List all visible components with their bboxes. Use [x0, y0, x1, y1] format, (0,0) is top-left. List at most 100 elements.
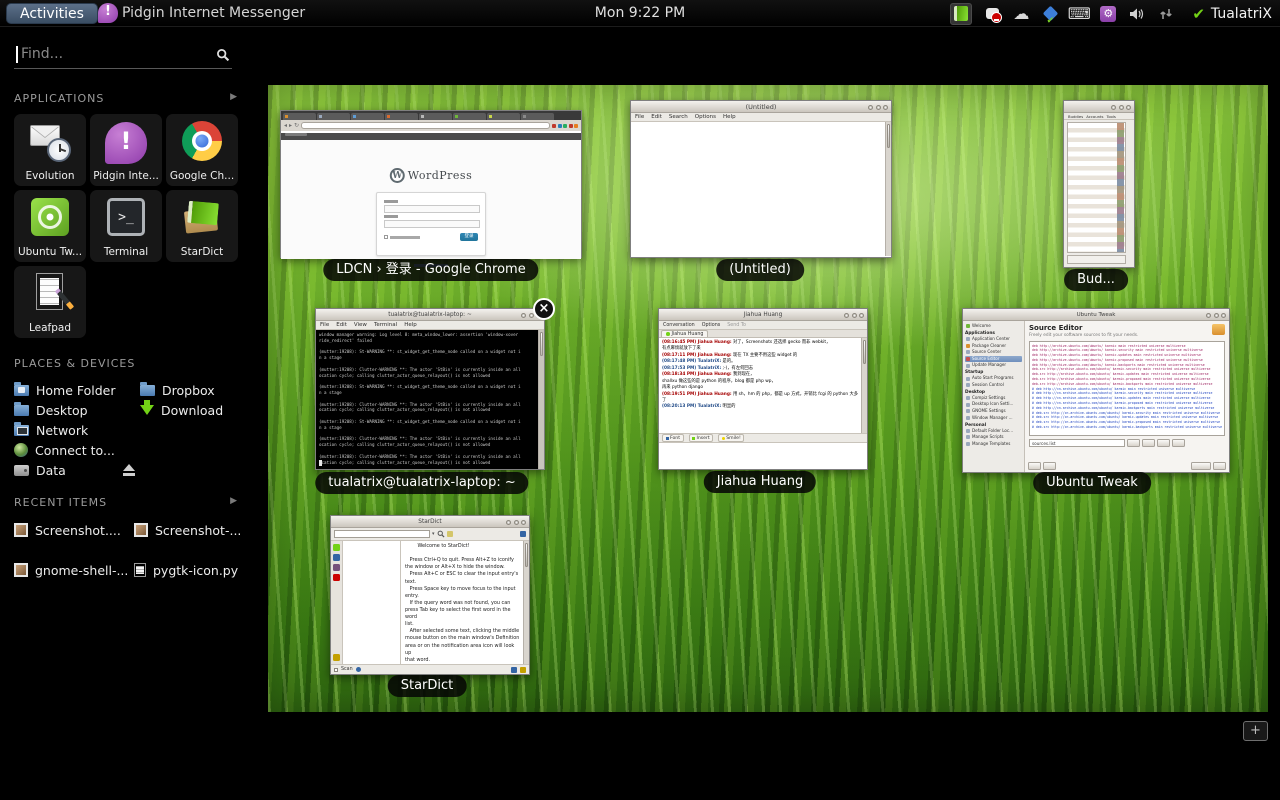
place-network[interactable]: Network — [14, 420, 88, 440]
place-dropbox[interactable]: Dropbox — [140, 380, 215, 400]
workspace-preview[interactable]: ◂ ▸ ↻ W WordPress — [268, 85, 1268, 712]
activities-button[interactable]: Activities — [6, 3, 98, 24]
app-tile-pidgin[interactable]: ! Pidgin Inte... — [90, 114, 162, 186]
word-list-pane — [343, 541, 401, 664]
user-menu[interactable]: ✔ TualatriX — [1192, 5, 1272, 23]
applications-expander-icon[interactable]: ▶ — [230, 92, 238, 102]
scrollbar — [861, 338, 867, 433]
app-tile-terminal[interactable]: >_ Terminal — [90, 190, 162, 262]
window-label-chat: Jiahua Huang — [704, 471, 816, 493]
app-tile-evolution[interactable]: Evolution — [14, 114, 86, 186]
app-tile-stardict[interactable]: StarDict — [166, 190, 238, 262]
chat-menubar: Conversation Options Send To — [659, 321, 867, 330]
overview-sidebar: APPLICATIONS ▶ Evolution ! Pidgin Inte..… — [0, 27, 252, 800]
tweak-source-editor-panel: Source Editor Freely edit your software … — [1025, 321, 1229, 472]
add-workspace-button[interactable]: + — [1243, 721, 1268, 741]
place-label: Connect to... — [35, 443, 115, 458]
place-download[interactable]: Download — [140, 400, 223, 420]
focused-app-title[interactable]: Pidgin Internet Messenger — [122, 0, 305, 27]
sources-file-combo: sources.list — [1029, 439, 1125, 447]
tweak-titlebar: Ubuntu Tweak — [963, 309, 1229, 321]
top-bar: Activities ! Pidgin Internet Messenger M… — [0, 0, 1280, 27]
menu-edit: Edit — [651, 114, 662, 120]
recent-item-gnome-shell[interactable]: gnome-shell-... — [14, 560, 128, 580]
place-home-folder[interactable]: Home Folder — [14, 380, 116, 400]
wordpress-logo-text: WordPress — [408, 169, 472, 182]
about-button — [1028, 462, 1041, 470]
panel-title: Source Editor — [1029, 324, 1225, 332]
refresh-button — [1191, 462, 1211, 470]
dropbox-tray-icon[interactable] — [1041, 5, 1059, 23]
place-desktop[interactable]: Desktop — [14, 400, 88, 420]
network-folder-icon — [14, 425, 29, 436]
sources-commented-lines: # deb http://cn.archive.ubuntu.com/ubunt… — [1032, 387, 1222, 430]
window-ubuntu-tweak[interactable]: Ubuntu Tweak Welcome Applications Applic… — [962, 308, 1230, 473]
app-tile-leafpad[interactable]: Leafpad — [14, 266, 86, 338]
nav-icon — [966, 324, 970, 328]
extension-icon — [558, 124, 562, 128]
home-folder-icon — [14, 385, 29, 396]
window-terminal[interactable]: × tualatrix@tualatrix-laptop: ~ File Edi… — [315, 308, 545, 470]
window-buddy-list[interactable]: BuddiesAccountsTools — [1063, 100, 1135, 268]
menu-send-to: Send To — [727, 323, 746, 328]
eject-icon[interactable] — [122, 464, 136, 476]
stardict-title: StarDict — [418, 519, 441, 525]
sources-text-area: deb http://archive.ubuntu.com/ubuntu/ ka… — [1029, 341, 1225, 436]
recent-item-screenshot-1[interactable]: Screenshot.... — [14, 520, 121, 540]
app-tile-ubuntu-tweak[interactable]: Ubuntu Tw... — [14, 190, 86, 262]
pidgin-status-tray-icon[interactable] — [983, 5, 1001, 23]
tool-icon — [333, 564, 340, 571]
place-data[interactable]: Data — [14, 460, 66, 480]
window-buttons — [1206, 313, 1226, 318]
network-traffic-tray-icon[interactable] — [1157, 5, 1175, 23]
menu-item: Accounts — [1086, 114, 1103, 119]
menu-file: File — [320, 322, 329, 328]
pidgin-app-icon[interactable]: ! — [98, 3, 118, 23]
insert-button: Insert — [689, 434, 714, 442]
ibus-tray-icon[interactable]: ⚙ — [1099, 5, 1117, 23]
place-connect-to[interactable]: Connect to... — [14, 440, 115, 460]
image-thumb-icon — [14, 523, 28, 537]
lookup-entry — [334, 530, 430, 538]
menu-search: Search — [669, 114, 688, 120]
tool-icon — [333, 544, 340, 551]
globe-icon — [14, 443, 28, 457]
recent-item-pygtk-icon[interactable]: pygtk-icon.py — [134, 560, 238, 580]
bookmark-item — [285, 133, 307, 136]
volume-tray-icon[interactable] — [1128, 5, 1146, 23]
place-label: Desktop — [36, 403, 88, 418]
app-label: Terminal — [92, 246, 160, 258]
recent-item-screenshot-2[interactable]: Screenshot-... — [134, 520, 241, 540]
nav-item: Update Manager — [965, 362, 1022, 369]
stardict-statusbar: Scan — [331, 664, 529, 674]
menu-help: Help — [723, 114, 736, 120]
app-tile-chrome[interactable]: Google Ch... — [166, 114, 238, 186]
folder-icon — [140, 385, 155, 396]
stardict-tray-icon[interactable] — [950, 3, 972, 25]
tool-icon — [333, 654, 340, 661]
window-chrome[interactable]: ◂ ▸ ↻ W WordPress — [280, 110, 582, 258]
remember-label-bar — [390, 236, 420, 239]
window-leafpad[interactable]: (Untitled) File Edit Search Options Help — [630, 100, 892, 258]
chrome-tab — [317, 113, 350, 121]
panel-subtitle: Freely edit your software sources to fit… — [1029, 333, 1225, 338]
address-bar — [301, 122, 550, 129]
close-window-button[interactable]: × — [533, 298, 555, 320]
window-stardict[interactable]: StarDict ▾ — [330, 515, 530, 675]
window-label-stardict: StarDict — [388, 675, 467, 697]
window-pidgin-chat[interactable]: Jiahua Huang Conversation Options Send T… — [658, 308, 868, 470]
recent-expander-icon[interactable]: ▶ — [230, 496, 238, 506]
window-label-leafpad: (Untitled) — [716, 259, 804, 281]
scan-checkbox — [334, 668, 338, 672]
search-field[interactable] — [14, 42, 232, 69]
search-icon — [216, 48, 230, 62]
clock[interactable]: Mon 9:22 PM — [595, 0, 685, 27]
ubuntuone-cloud-tray-icon[interactable]: ☁ — [1012, 5, 1030, 23]
recent-label: Screenshot-... — [155, 523, 241, 538]
menu-item: Buddies — [1068, 114, 1083, 119]
input-method-tray-icon[interactable]: ⌨ — [1070, 5, 1088, 23]
donate-button — [1043, 462, 1056, 470]
search-input[interactable] — [14, 42, 204, 66]
evolution-icon — [29, 120, 71, 162]
menu-view: View — [354, 322, 367, 328]
